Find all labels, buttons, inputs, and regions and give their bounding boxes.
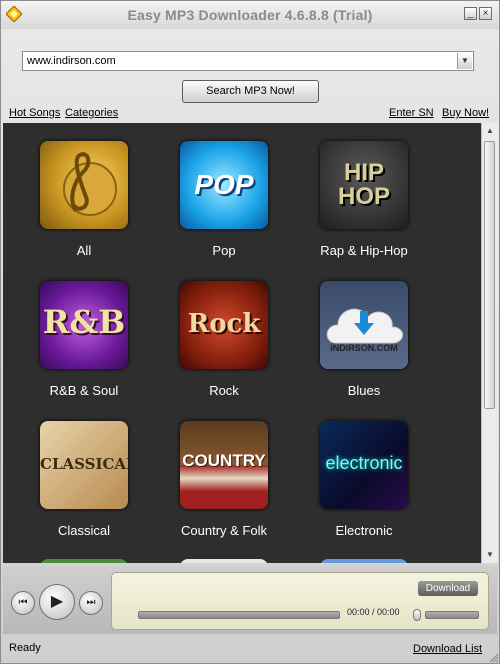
player-panel: Download 00:00 / 00:00 (111, 572, 489, 630)
category-pop[interactable]: POP Pop (154, 141, 294, 271)
search-button[interactable]: Search MP3 Now! (182, 80, 319, 103)
category-blues-art: iNDiRSON.COM (320, 281, 408, 369)
category-pop-art: POP (180, 141, 268, 229)
buy-now-link[interactable]: Buy Now! (442, 107, 489, 119)
rnb-art-text: R&B (42, 303, 126, 341)
category-label: Blues (347, 383, 381, 398)
previous-icon[interactable]: ⏮ (11, 591, 35, 615)
category-rnb-soul[interactable]: R&B R&B & Soul (14, 281, 154, 411)
vertical-scrollbar[interactable]: ▲ ▼ (481, 123, 498, 563)
category-blues[interactable]: iNDiRSON.COM Blues (294, 281, 434, 411)
window-title: Easy MP3 Downloader 4.6.8.8 (Trial) (127, 7, 373, 23)
category-tile-partial (40, 559, 128, 563)
category-all[interactable]: All (14, 141, 154, 271)
category-label: Electronic (335, 523, 393, 538)
url-input[interactable]: www.indirson.com ▼ (22, 51, 474, 71)
category-rock[interactable]: Rock Rock (154, 281, 294, 411)
category-electronic[interactable]: electronic Electronic (294, 421, 434, 551)
categories-link[interactable]: Categories (65, 107, 118, 119)
category-classical-art: CLASSICAL (40, 421, 128, 509)
category-electronic-art: electronic (320, 421, 408, 509)
status-text: Ready (9, 642, 41, 654)
play-icon[interactable]: ▶ (39, 584, 75, 620)
player-bar: ⏮ ▶ ⏭ Download 00:00 / 00:00 (3, 566, 497, 634)
treble-clef-icon (63, 152, 117, 216)
category-label: All (76, 243, 92, 258)
minimize-icon[interactable]: _ (464, 7, 477, 20)
category-label: R&B & Soul (49, 383, 119, 398)
seek-bar[interactable] (138, 611, 340, 619)
category-label: Rock (209, 383, 239, 398)
electronic-art-text: electronic (325, 453, 403, 473)
resize-grip-icon[interactable] (489, 653, 499, 663)
category-classical[interactable]: CLASSICAL Classical (14, 421, 154, 551)
country-art-text: COUNTRY (182, 451, 266, 470)
category-all-art (40, 141, 128, 229)
category-label: Rap & Hip-Hop (320, 243, 408, 258)
url-input-value: www.indirson.com (27, 55, 116, 67)
classical-art-text: CLASSICAL (40, 455, 128, 473)
category-label: Pop (212, 243, 236, 258)
dropdown-arrow-icon[interactable]: ▼ (457, 53, 472, 69)
category-grid: All POP Pop HIP HOP Rap & Hip-Hop R&B R&… (3, 123, 481, 563)
hiphop-art-text: HIP HOP (337, 159, 390, 210)
category-label: Country & Folk (181, 523, 267, 538)
close-icon[interactable]: × (479, 7, 492, 20)
download-list-link[interactable]: Download List (413, 643, 482, 655)
volume-slider[interactable] (425, 611, 479, 619)
category-rock-art: Rock (180, 281, 268, 369)
category-label: Classical (57, 523, 110, 538)
scroll-down-icon[interactable]: ▼ (482, 547, 498, 563)
category-rap-hiphop[interactable]: HIP HOP Rap & Hip-Hop (294, 141, 434, 271)
category-tile-partial (180, 559, 268, 563)
enter-sn-link[interactable]: Enter SN (389, 107, 434, 119)
category-country-folk[interactable]: COUNTRY Country & Folk (154, 421, 294, 551)
category-country-folk-art: COUNTRY (180, 421, 268, 509)
scrollbar-thumb[interactable] (484, 141, 495, 409)
title-bar[interactable]: Easy MP3 Downloader 4.6.8.8 (Trial) _ × (1, 1, 499, 29)
category-rap-hiphop-art: HIP HOP (320, 141, 408, 229)
pop-art-text: POP (194, 169, 254, 200)
next-icon[interactable]: ⏭ (79, 591, 103, 615)
scroll-up-icon[interactable]: ▲ (482, 123, 498, 139)
cloud-download-icon (326, 308, 403, 344)
hot-songs-link[interactable]: Hot Songs (9, 107, 60, 119)
blues-art-text: iNDiRSON.COM (330, 343, 398, 353)
rock-art-text: Rock (187, 309, 261, 339)
download-button[interactable]: Download (418, 581, 478, 596)
category-rnb-soul-art: R&B (40, 281, 128, 369)
volume-icon[interactable] (413, 609, 421, 621)
time-display: 00:00 / 00:00 (347, 607, 400, 617)
category-tile-partial (320, 559, 408, 563)
app-window: Easy MP3 Downloader 4.6.8.8 (Trial) _ × … (0, 0, 500, 664)
